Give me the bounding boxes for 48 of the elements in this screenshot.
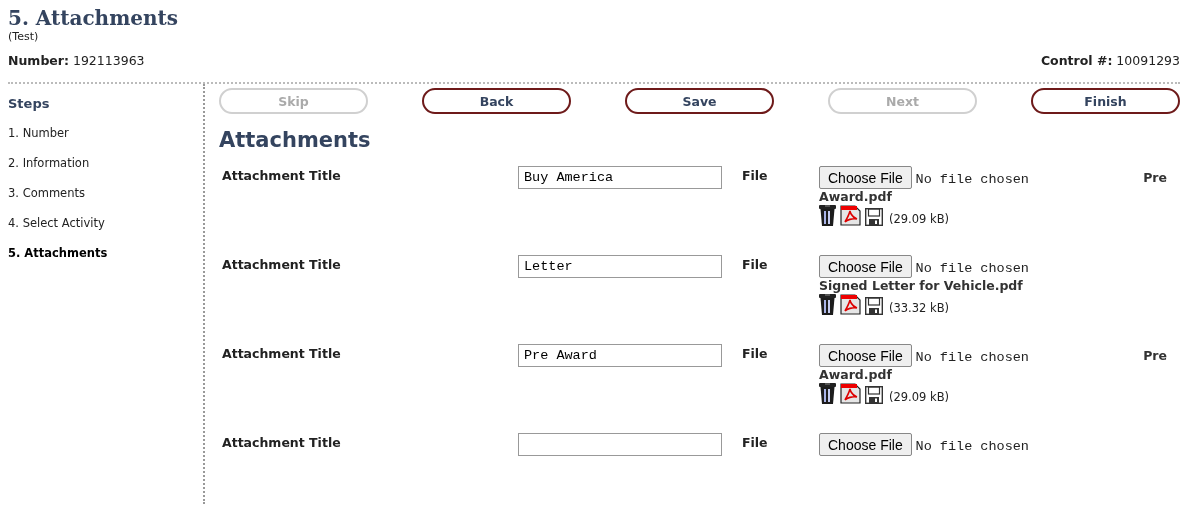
field-label: Attachment Title [222,257,341,272]
section-title: Attachments [219,128,372,152]
file-name-link[interactable]: Signed Letter for Vehicle.pdf [819,278,1023,293]
file-name-link[interactable]: Award.pdf [819,367,892,382]
text-field[interactable] [518,433,722,456]
field-label: File [742,168,768,183]
step-link[interactable]: 3. Comments [8,186,203,201]
trash-icon[interactable] [819,383,836,404]
step-link[interactable]: 5. Attachments [8,246,203,261]
file-size-text: (29.09 kB) [889,390,950,404]
steps-heading: Steps [8,96,51,111]
pdf-icon[interactable] [840,205,861,226]
file-status-text: No file chosen [915,260,1029,276]
field-label: File [742,346,768,361]
field-label: Attachment Title [222,435,341,450]
choose-file-button[interactable]: Choose File [819,433,912,456]
file-status-text: No file chosen [915,438,1029,454]
file-name-link[interactable]: Pre [1143,170,1167,185]
field-label: File [742,435,768,450]
field-label: Attachment Title [222,168,341,183]
pdf-icon[interactable] [840,383,861,404]
file-size-text: (29.09 kB) [889,212,950,226]
field-label: Attachment Title [222,346,341,361]
file-name-link[interactable]: Pre [1143,348,1167,363]
page-title: 5. Attachments [8,6,180,30]
text-field[interactable]: Letter [518,255,722,278]
file-status-text: No file chosen [915,171,1029,187]
file-name-link[interactable]: Award.pdf [819,189,892,204]
field-label: File [742,257,768,272]
page-subtitle: (Test) [8,30,40,43]
wizard-button[interactable]: Back [422,88,571,114]
choose-file-button[interactable]: Choose File [819,255,912,278]
step-link[interactable]: 1. Number [8,126,203,141]
text-field[interactable]: Buy America [518,166,722,189]
wizard-button[interactable]: Save [625,88,774,114]
trash-icon[interactable] [819,205,836,226]
step-link[interactable]: 2. Information [8,156,203,171]
file-size-text: (33.32 kB) [889,301,950,315]
choose-file-button[interactable]: Choose File [819,166,912,189]
wizard-button[interactable]: Finish [1031,88,1180,114]
step-link[interactable]: 4. Select Activity [8,216,203,231]
choose-file-button[interactable]: Choose File [819,344,912,367]
trash-icon[interactable] [819,294,836,315]
number-text: Number: 192113963 [8,53,145,68]
text-field[interactable]: Pre Award [518,344,722,367]
file-status-text: No file chosen [915,349,1029,365]
control-number-text: Control #: 10091293 [1040,53,1180,68]
pdf-icon[interactable] [840,294,861,315]
